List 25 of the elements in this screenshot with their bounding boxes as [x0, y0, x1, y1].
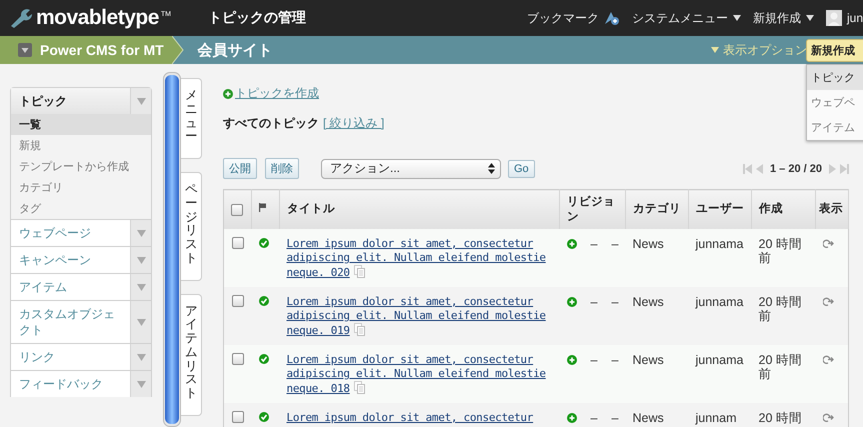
created-time: 20 時間	[758, 411, 802, 425]
revision-text: –	[590, 237, 598, 251]
revision-text: –	[590, 411, 598, 425]
user-name: junnama	[696, 295, 744, 309]
user-name: junnama	[696, 237, 744, 251]
pagination-count: 1 – 20 / 20	[770, 162, 822, 174]
category-text: News	[632, 295, 664, 309]
revision-text: –	[612, 237, 618, 251]
created-time: 20 時間前	[758, 237, 802, 265]
revision-text: –	[612, 353, 618, 367]
user-name: junnama	[696, 353, 744, 367]
revision-text: –	[612, 411, 618, 425]
category-text: News	[632, 411, 664, 425]
created-time: 20 時間前	[758, 295, 802, 323]
page-title: トピックの管理	[208, 9, 306, 27]
logo-wordmark: movabletype	[36, 6, 159, 30]
category-text: News	[632, 237, 664, 251]
current-site-name: 会員サイト	[198, 40, 273, 60]
revision-text: –	[590, 295, 598, 309]
created-time: 20 時間前	[758, 353, 802, 381]
revision-text: –	[612, 295, 618, 309]
user-name: junnam	[696, 411, 736, 425]
revision-text: –	[590, 353, 598, 367]
category-text: News	[632, 353, 664, 367]
list-title: すべてのトピック	[223, 115, 319, 132]
